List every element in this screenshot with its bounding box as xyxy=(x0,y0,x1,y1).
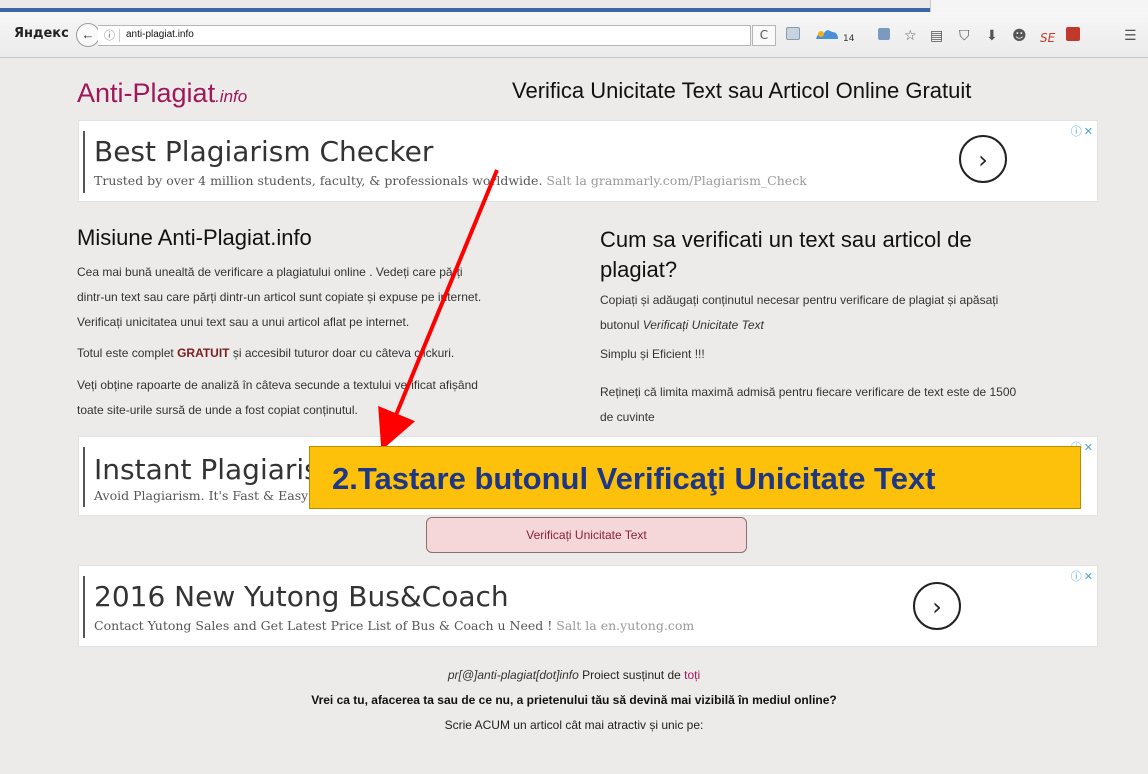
annotation-arrow xyxy=(378,169,499,451)
annotation-arrow-line xyxy=(378,169,499,451)
annotation-callout: 2.Tastare butonul Verificaţi Unicitate T… xyxy=(309,446,1081,509)
